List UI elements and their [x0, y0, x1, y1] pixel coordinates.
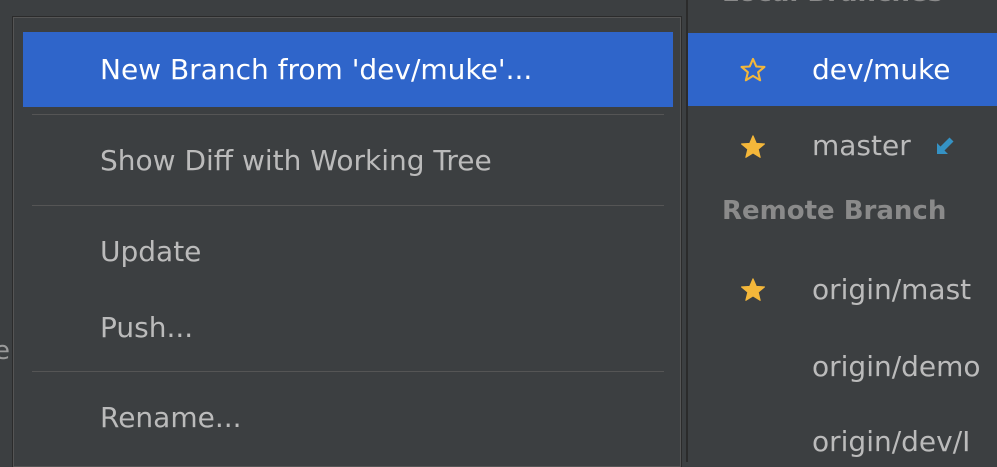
menu-item-show-diff[interactable]: Show Diff with Working Tree [23, 123, 673, 198]
star-outline-icon[interactable] [738, 55, 768, 85]
star-filled-icon[interactable] [738, 132, 768, 162]
branches-panel: Local Branches dev/muke master Remote Br… [686, 0, 997, 462]
menu-separator [32, 114, 664, 115]
branch-item-origin-demo[interactable]: origin/demo [688, 330, 997, 403]
menu-separator [32, 371, 664, 372]
branch-label: origin/mast [812, 273, 972, 306]
context-menu: New Branch from 'dev/muke'... Show Diff … [13, 17, 681, 467]
menu-item-label: Push... [100, 311, 194, 344]
menu-item-label: New Branch from 'dev/muke'... [100, 53, 533, 86]
background-clipped-text: e [0, 336, 10, 366]
menu-item-label: Show Diff with Working Tree [100, 144, 492, 177]
branch-label: dev/muke [812, 53, 951, 86]
branch-item-origin-dev[interactable]: origin/dev/I [688, 405, 997, 462]
remote-branches-header: Remote Branch [722, 196, 947, 226]
branch-item-dev-muke[interactable]: dev/muke [688, 33, 997, 106]
menu-item-label: Rename... [100, 401, 242, 434]
branch-label-text: master [812, 129, 911, 163]
menu-item-rename[interactable]: Rename... [23, 380, 673, 455]
incoming-arrow-icon [934, 131, 956, 164]
star-filled-icon[interactable] [738, 275, 768, 305]
menu-item-push[interactable]: Push... [23, 290, 673, 365]
branch-item-master[interactable]: master [688, 110, 997, 183]
branch-item-origin-master[interactable]: origin/mast [688, 253, 997, 326]
menu-separator [32, 205, 664, 206]
menu-item-new-branch[interactable]: New Branch from 'dev/muke'... [23, 32, 673, 107]
menu-item-update[interactable]: Update [23, 214, 673, 289]
branch-label: master [812, 129, 956, 164]
menu-item-label: Update [100, 235, 202, 268]
branch-label: origin/dev/I [812, 425, 971, 458]
local-branches-header: Local Branches [722, 0, 943, 8]
branch-label: origin/demo [812, 350, 981, 383]
